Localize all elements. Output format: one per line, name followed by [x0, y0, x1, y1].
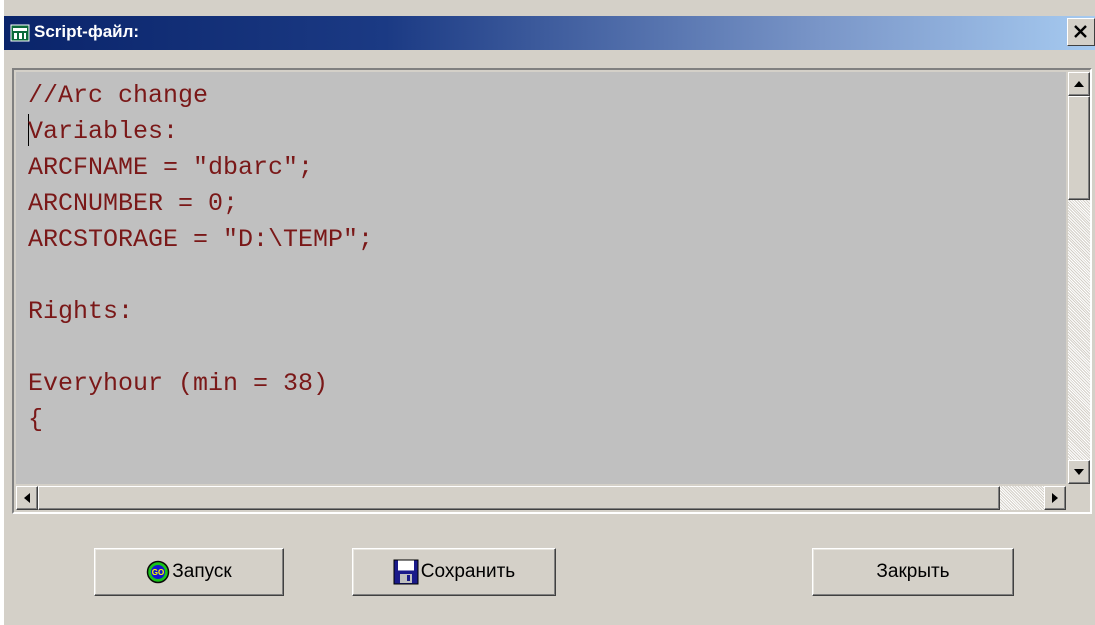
window-title: Script-файл: [34, 22, 140, 41]
code-line: Variables: [28, 117, 179, 146]
close-window-button[interactable] [1067, 18, 1095, 46]
code-line: ARCFNAME = "dbarc"; [28, 153, 314, 182]
scroll-right-button[interactable] [1044, 486, 1066, 510]
vertical-scrollbar[interactable] [1068, 72, 1090, 484]
close-button-label: Закрыть [876, 561, 950, 582]
code-line: Rights: [28, 297, 134, 326]
app-icon [10, 24, 30, 42]
horizontal-scrollbar[interactable] [16, 486, 1066, 510]
scroll-left-button[interactable] [16, 486, 38, 510]
close-icon [1074, 25, 1087, 38]
code-line: //Arc change [28, 81, 209, 110]
script-editor[interactable]: //Arc change Variables: ARCFNAME = "dbar… [12, 68, 1092, 514]
scroll-down-button[interactable] [1068, 460, 1090, 484]
code-line: { [28, 405, 44, 434]
code-line: ARCNUMBER = 0; [28, 189, 239, 218]
close-button[interactable]: Закрыть [812, 548, 1014, 596]
code-text-area[interactable]: //Arc change Variables: ARCFNAME = "dbar… [16, 72, 1066, 484]
save-button-label: Сохранить [420, 561, 516, 582]
arrow-right-icon [1052, 493, 1058, 503]
script-file-window: Script-файл: //Arc change Variables: ARC… [4, 0, 1095, 625]
run-button-label: Запуск [172, 561, 232, 582]
run-button[interactable]: GO Запуск [94, 548, 284, 596]
arrow-up-icon [1074, 81, 1084, 87]
save-button[interactable]: Сохранить [352, 548, 556, 596]
scrollbar-corner [1068, 486, 1090, 510]
vertical-scroll-thumb[interactable] [1068, 96, 1090, 200]
horizontal-scroll-thumb[interactable] [38, 486, 1000, 510]
arrow-left-icon [24, 493, 30, 503]
scroll-up-button[interactable] [1068, 72, 1090, 96]
svg-text:GO: GO [152, 568, 164, 577]
code-line: Everyhour (min = 38) [28, 369, 329, 398]
arrow-down-icon [1074, 469, 1084, 475]
floppy-disk-icon [393, 559, 419, 585]
code-line: ARCSTORAGE = "D:\TEMP"; [28, 225, 374, 254]
go-icon: GO [147, 560, 170, 584]
title-bar[interactable]: Script-файл: [4, 16, 1095, 50]
